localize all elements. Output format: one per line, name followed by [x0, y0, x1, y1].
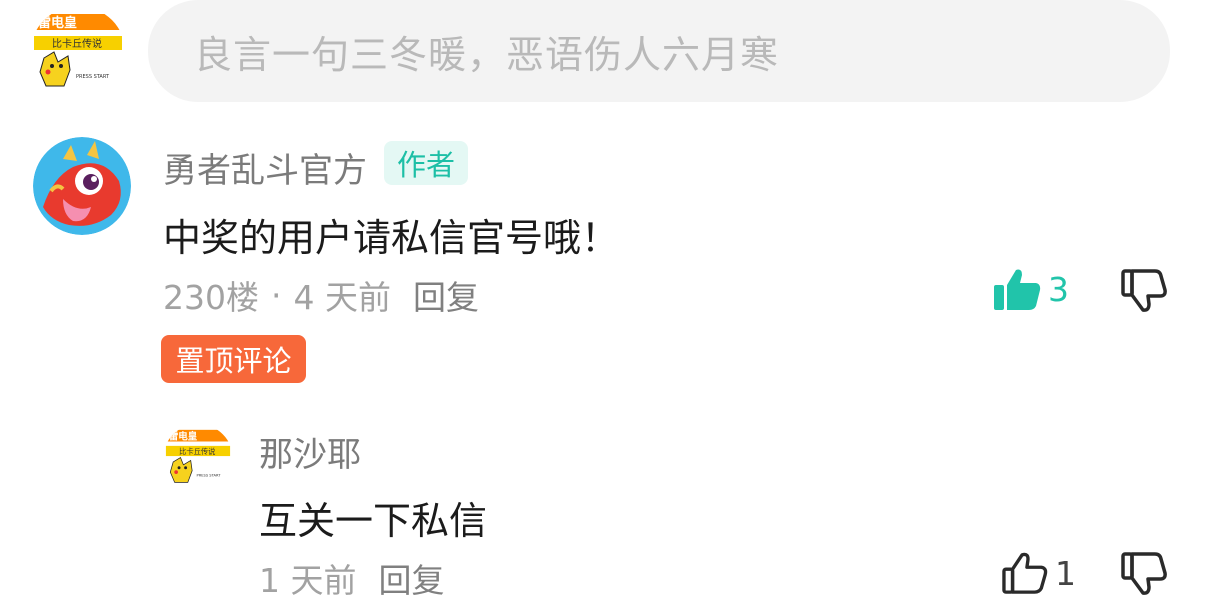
reply-user-avatar[interactable]: 雷电皇 比卡丘传说 PRESS START: [163, 424, 233, 494]
comment-time: 4 天前: [293, 278, 392, 317]
logo-line2: 比卡丘传说: [52, 37, 102, 50]
author-avatar[interactable]: [33, 137, 131, 235]
reply-dislike-button[interactable]: [1119, 551, 1169, 601]
meta-separator: ·: [271, 275, 282, 315]
logo-line1: 雷电皇: [38, 15, 77, 31]
comment-input[interactable]: 良言一句三冬暖，恶语伤人六月寒: [148, 0, 1170, 102]
like-count: 3: [1048, 269, 1069, 309]
logo-line2: 比卡丘传说: [179, 447, 215, 456]
logo-line3: PRESS START: [197, 474, 222, 478]
thumbs-down-icon: [1121, 269, 1167, 312]
floor-number: 230楼: [163, 278, 259, 317]
reply-like-button[interactable]: 1: [1001, 551, 1076, 595]
dragon-avatar-icon: [33, 137, 131, 235]
author-badge: 作者: [384, 141, 468, 185]
reply-text: 互关一下私信: [259, 499, 488, 543]
pinned-badge: 置顶评论: [161, 335, 306, 383]
comment-input-placeholder: 良言一句三冬暖，恶语伤人六月寒: [194, 32, 780, 77]
thumbs-up-icon: [994, 269, 1041, 310]
dislike-button[interactable]: [1119, 268, 1169, 318]
reply-button[interactable]: 回复: [379, 554, 445, 602]
thumbs-down-icon: [1121, 552, 1167, 595]
reply-time: 1 天前: [259, 561, 357, 600]
comment-username[interactable]: 勇者乱斗官方: [163, 143, 367, 192]
logo-line3: PRESS START: [76, 74, 110, 80]
my-avatar[interactable]: 雷电皇 比卡丘传说 PRESS START: [30, 6, 126, 102]
comment-meta: 230楼 · 4 天前 回复: [163, 271, 479, 319]
thumbs-up-icon: [1002, 552, 1048, 594]
reply-button[interactable]: 回复: [413, 271, 479, 319]
reply-like-count: 1: [1055, 553, 1076, 593]
logo-line1: 雷电皇: [169, 430, 198, 442]
like-button[interactable]: 3: [992, 266, 1069, 312]
pikachu-logo-icon: 雷电皇 比卡丘传说 PRESS START: [30, 6, 126, 102]
reply-meta: 1 天前 回复: [259, 554, 445, 602]
comment-text: 中奖的用户请私信官号哦！: [163, 216, 620, 260]
comment-section: 雷电皇 比卡丘传说 PRESS START 良言一句三冬暖，恶语伤人六月寒 勇者…: [0, 0, 1220, 615]
pikachu-logo-icon: 雷电皇 比卡丘传说 PRESS START: [163, 424, 233, 494]
reply-username[interactable]: 那沙耶: [259, 427, 361, 476]
